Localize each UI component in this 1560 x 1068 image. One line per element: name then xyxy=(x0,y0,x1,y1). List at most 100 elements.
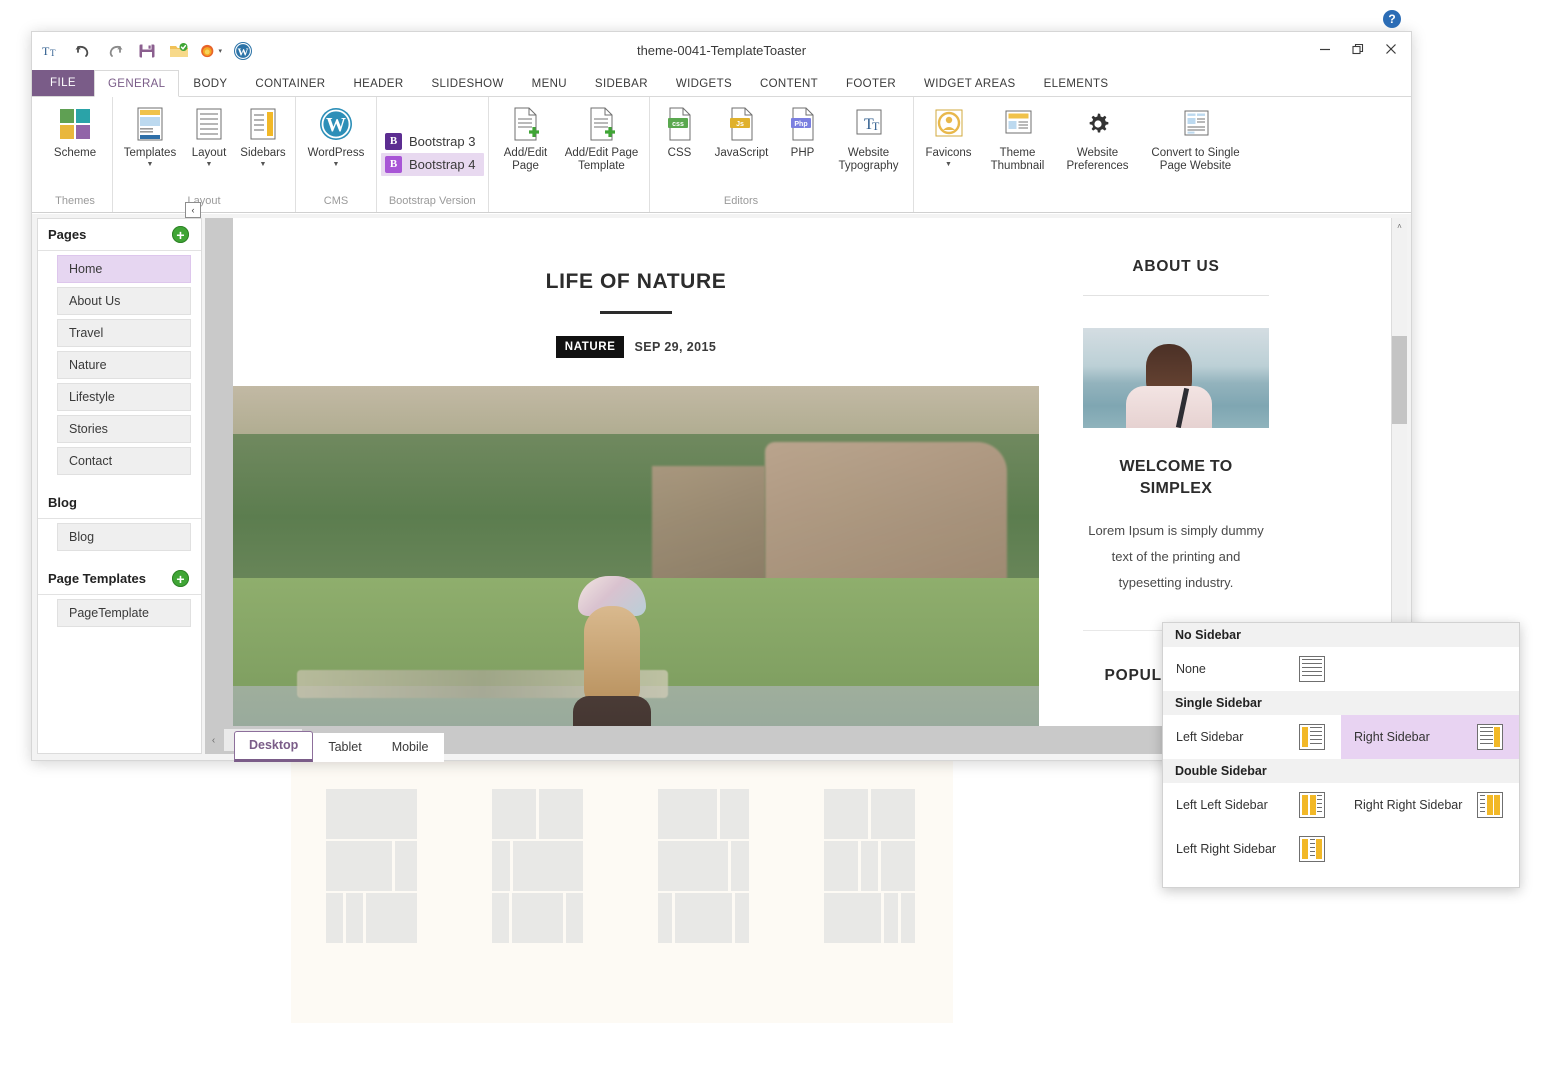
title-divider xyxy=(600,311,672,314)
layout-segment xyxy=(326,789,417,839)
tab-file[interactable]: FILE xyxy=(32,70,94,96)
page-item-home[interactable]: Home xyxy=(57,255,191,283)
layout-thumbnail[interactable] xyxy=(824,893,915,943)
chevron-down-icon[interactable]: ▼ xyxy=(147,161,154,168)
pages-section-header: Pages + xyxy=(38,219,201,251)
tab-content[interactable]: CONTENT xyxy=(746,70,832,96)
wordpress-button[interactable]: W WordPress ▼ xyxy=(300,102,372,168)
website-typography-button[interactable]: TT Website Typography xyxy=(829,102,909,173)
minimize-button[interactable] xyxy=(1308,36,1341,62)
layout-thumbnail[interactable] xyxy=(326,789,417,839)
bootstrap4-option[interactable]: B Bootstrap 4 xyxy=(381,153,484,176)
page-item-blog[interactable]: Blog xyxy=(57,523,191,551)
tab-body[interactable]: BODY xyxy=(179,70,241,96)
svg-text:W: W xyxy=(326,114,346,136)
theme-thumbnail-button[interactable]: Theme Thumbnail xyxy=(981,102,1055,173)
svg-text:Js: Js xyxy=(736,121,744,128)
page-item-contact[interactable]: Contact xyxy=(57,447,191,475)
vertical-scroll-thumb[interactable] xyxy=(1392,336,1407,424)
convert-label-1: Convert to Single xyxy=(1151,147,1239,160)
favicons-button[interactable]: Favicons ▼ xyxy=(918,102,980,168)
device-tab-mobile[interactable]: Mobile xyxy=(377,733,444,762)
layout-segment xyxy=(395,841,417,891)
chevron-down-icon[interactable]: ▼ xyxy=(206,161,213,168)
layout-thumbnail[interactable] xyxy=(658,841,749,891)
group-title-single-sidebar: Single Sidebar xyxy=(1163,691,1519,715)
layout-right-icon xyxy=(1477,724,1503,750)
javascript-editor-button[interactable]: Js JavaScript xyxy=(706,102,778,160)
layout-segment xyxy=(492,841,510,891)
option-left-right-sidebar[interactable]: Left Right Sidebar xyxy=(1163,827,1341,871)
php-editor-button[interactable]: Php PHP xyxy=(778,102,828,160)
layout-left-icon xyxy=(1299,724,1325,750)
tab-header[interactable]: HEADER xyxy=(339,70,417,96)
device-tab-tablet[interactable]: Tablet xyxy=(313,733,376,762)
svg-text:T: T xyxy=(872,119,880,133)
option-right-right-sidebar[interactable]: Right Right Sidebar xyxy=(1341,783,1519,827)
add-edit-page-button[interactable]: Add/Edit Page xyxy=(493,102,559,173)
option-left-sidebar[interactable]: Left Sidebar xyxy=(1163,715,1341,759)
add-page-template-button[interactable]: + xyxy=(172,570,189,587)
layout-segment xyxy=(326,893,343,943)
page-item-travel[interactable]: Travel xyxy=(57,319,191,347)
layout-thumbnail[interactable] xyxy=(326,841,417,891)
chevron-down-icon[interactable]: ▼ xyxy=(333,161,340,168)
layout-segment xyxy=(658,841,728,891)
close-button[interactable] xyxy=(1374,36,1407,62)
device-tab-desktop[interactable]: Desktop xyxy=(234,731,313,762)
page-item-pagetemplate[interactable]: PageTemplate xyxy=(57,599,191,627)
tab-elements[interactable]: ELEMENTS xyxy=(1030,70,1123,96)
gallery-row xyxy=(326,789,990,839)
layout-thumbnail[interactable] xyxy=(824,789,915,839)
tab-general[interactable]: GENERAL xyxy=(94,70,179,97)
page-item-stories[interactable]: Stories xyxy=(57,415,191,443)
layout-right-right-icon xyxy=(1477,792,1503,818)
restore-button[interactable] xyxy=(1341,36,1374,62)
chevron-down-icon[interactable]: ▼ xyxy=(260,161,267,168)
add-edit-page-template-button[interactable]: Add/Edit Page Template xyxy=(559,102,645,173)
tab-menu[interactable]: MENU xyxy=(518,70,581,96)
page-item-lifestyle[interactable]: Lifestyle xyxy=(57,383,191,411)
bootstrap3-option[interactable]: B Bootstrap 3 xyxy=(381,130,484,153)
layout-thumbnail[interactable] xyxy=(658,789,749,839)
layout-thumbnail[interactable] xyxy=(492,893,583,943)
option-label: Left Left Sidebar xyxy=(1176,798,1268,812)
tab-widgets[interactable]: WIDGETS xyxy=(662,70,746,96)
option-left-left-sidebar[interactable]: Left Left Sidebar xyxy=(1163,783,1341,827)
add-page-button[interactable]: + xyxy=(172,226,189,243)
help-icon[interactable]: ? xyxy=(1383,10,1401,28)
layout-icon xyxy=(196,105,222,143)
layout-thumbnail[interactable] xyxy=(326,893,417,943)
convert-single-page-button[interactable]: Convert to Single Page Website xyxy=(1141,102,1251,173)
background-layout-gallery xyxy=(291,758,953,1023)
scroll-left-arrow-icon[interactable]: ‹ xyxy=(205,729,222,751)
css-editor-button[interactable]: css CSS xyxy=(654,102,706,160)
option-none[interactable]: None xyxy=(1163,647,1341,691)
tab-container[interactable]: CONTAINER xyxy=(241,70,339,96)
layout-button[interactable]: Layout ▼ xyxy=(183,102,235,168)
layout-thumbnail[interactable] xyxy=(492,841,583,891)
page-item-nature[interactable]: Nature xyxy=(57,351,191,379)
layout-thumbnail[interactable] xyxy=(658,893,749,943)
layout-thumbnail[interactable] xyxy=(824,841,915,891)
option-right-sidebar[interactable]: Right Sidebar xyxy=(1341,715,1519,759)
templates-button[interactable]: Templates ▼ xyxy=(117,102,183,168)
about-us-body-text: Lorem Ipsum is simply dummy text of the … xyxy=(1079,518,1273,596)
scroll-up-arrow-icon[interactable]: ˄ xyxy=(1392,218,1407,234)
tab-footer[interactable]: FOOTER xyxy=(832,70,910,96)
tab-sidebar[interactable]: SIDEBAR xyxy=(581,70,662,96)
post-meta: NATURE SEP 29, 2015 xyxy=(233,336,1039,358)
convert-single-page-icon xyxy=(1180,105,1212,143)
chevron-down-icon[interactable]: ▼ xyxy=(945,161,952,168)
collapse-panel-button[interactable]: ‹ xyxy=(185,202,201,218)
theme-thumbnail-label-1: Theme xyxy=(1000,147,1036,160)
popup-row: None xyxy=(1163,647,1519,691)
tab-slideshow[interactable]: SLIDESHOW xyxy=(417,70,517,96)
theme-thumbnail-label-2: Thumbnail xyxy=(991,160,1045,173)
sidebars-button[interactable]: Sidebars ▼ xyxy=(235,102,291,168)
layout-thumbnail[interactable] xyxy=(492,789,583,839)
tab-widget-areas[interactable]: WIDGET AREAS xyxy=(910,70,1030,96)
page-item-about-us[interactable]: About Us xyxy=(57,287,191,315)
scheme-button[interactable]: Scheme xyxy=(42,102,108,160)
website-preferences-button[interactable]: Website Preferences xyxy=(1056,102,1140,173)
